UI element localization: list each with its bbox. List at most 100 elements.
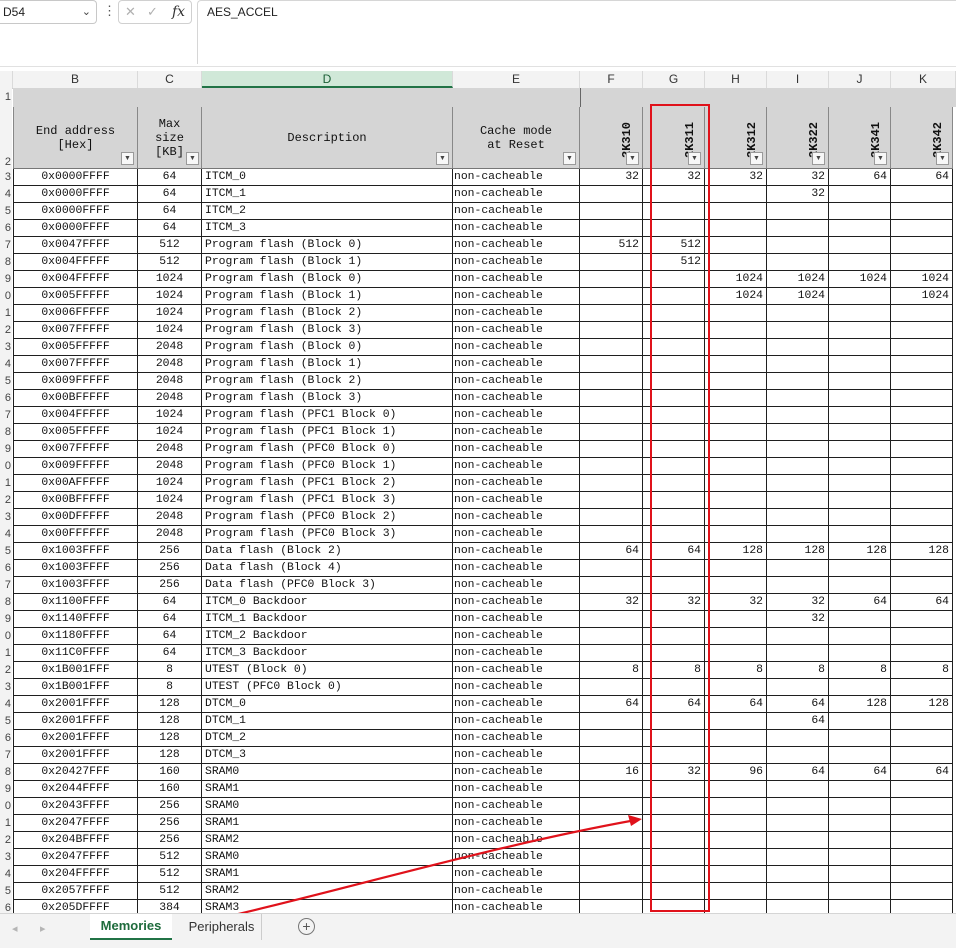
cell-description[interactable]: Program flash (Block 1) (202, 254, 453, 271)
cell-end-address[interactable]: 0x205DFFFF (13, 900, 138, 913)
cell-variant-value[interactable] (705, 730, 767, 747)
row-number[interactable]: 8 (0, 594, 12, 611)
cell-variant-value[interactable] (829, 305, 891, 322)
row-number[interactable]: 4 (0, 526, 12, 543)
cell-variant-value[interactable] (767, 339, 829, 356)
filter-dropdown-icon[interactable]: ▼ (750, 152, 763, 165)
cell-variant-value[interactable] (891, 645, 953, 662)
cell-max-size[interactable]: 2048 (138, 339, 202, 356)
cell-variant-value[interactable] (767, 356, 829, 373)
cell-max-size[interactable]: 1024 (138, 322, 202, 339)
filter-dropdown-icon[interactable]: ▼ (626, 152, 639, 165)
row-number[interactable]: 2 (0, 107, 12, 169)
cell-max-size[interactable]: 256 (138, 798, 202, 815)
cell-variant-value[interactable]: 8 (829, 662, 891, 679)
cell-cache-mode[interactable]: non-cacheable (453, 305, 580, 322)
cell-end-address[interactable]: 0x009FFFFF (13, 458, 138, 475)
cell-max-size[interactable]: 64 (138, 628, 202, 645)
col-header-j[interactable]: J (829, 71, 891, 88)
cell-variant-value[interactable] (580, 577, 643, 594)
cell-variant-value[interactable] (891, 883, 953, 900)
cell-variant-value[interactable] (829, 288, 891, 305)
cell-end-address[interactable]: 0x004FFFFF (13, 407, 138, 424)
row-number[interactable]: 1 (0, 475, 12, 492)
cell-variant-value[interactable]: 64 (767, 764, 829, 781)
cell-description[interactable]: SRAM1 (202, 815, 453, 832)
chevron-down-icon[interactable]: ⌄ (82, 1, 91, 23)
cell-variant-value[interactable] (580, 645, 643, 662)
cell-variant-value[interactable] (829, 849, 891, 866)
cell-max-size[interactable]: 64 (138, 203, 202, 220)
cell-cache-mode[interactable]: non-cacheable (453, 730, 580, 747)
cell-variant-value[interactable] (767, 424, 829, 441)
cell-variant-value[interactable] (705, 237, 767, 254)
cell-variant-value[interactable] (767, 849, 829, 866)
cell-variant-value[interactable]: 128 (829, 696, 891, 713)
cell-variant-value[interactable] (767, 237, 829, 254)
cell-variant-value[interactable] (767, 832, 829, 849)
cell-variant-value[interactable] (767, 560, 829, 577)
cell-max-size[interactable]: 512 (138, 866, 202, 883)
cell-variant-value[interactable] (829, 560, 891, 577)
row-number[interactable]: 2 (0, 492, 12, 509)
cell-variant-value[interactable]: 16 (580, 764, 643, 781)
cell-variant-value[interactable] (705, 781, 767, 798)
cell-cache-mode[interactable]: non-cacheable (453, 492, 580, 509)
cell-end-address[interactable]: 0x005FFFFF (13, 424, 138, 441)
row-number[interactable]: 1 (0, 815, 12, 832)
cell-max-size[interactable]: 2048 (138, 526, 202, 543)
cell-max-size[interactable]: 1024 (138, 492, 202, 509)
row-number[interactable]: 6 (0, 730, 12, 747)
cell-variant-value[interactable] (705, 883, 767, 900)
cell-cache-mode[interactable]: non-cacheable (453, 458, 580, 475)
cell-variant-value[interactable] (580, 305, 643, 322)
cell-end-address[interactable]: 0x1B001FFF (13, 662, 138, 679)
cell-variant-value[interactable] (767, 526, 829, 543)
cell-variant-value[interactable] (705, 509, 767, 526)
cell-variant-value[interactable] (705, 628, 767, 645)
cell-description[interactable]: Program flash (Block 3) (202, 322, 453, 339)
cell-variant-value[interactable] (705, 866, 767, 883)
cell-variant-value[interactable] (580, 407, 643, 424)
cell-cache-mode[interactable]: non-cacheable (453, 560, 580, 577)
cell-variant-value[interactable] (580, 339, 643, 356)
filter-dropdown-icon[interactable]: ▼ (812, 152, 825, 165)
row-number[interactable]: 9 (0, 271, 12, 288)
cell-variant-value[interactable]: 32 (580, 169, 643, 186)
cell-variant-value[interactable] (705, 424, 767, 441)
cell-description[interactable]: ITCM_2 (202, 203, 453, 220)
cell-description[interactable]: UTEST (PFC0 Block 0) (202, 679, 453, 696)
cell-variant-value[interactable] (829, 526, 891, 543)
cell-variant-value[interactable] (580, 866, 643, 883)
cell-variant-value[interactable] (829, 628, 891, 645)
cell-variant-value[interactable] (891, 577, 953, 594)
cell-cache-mode[interactable]: non-cacheable (453, 339, 580, 356)
cell-variant-value[interactable] (767, 407, 829, 424)
cell-cache-mode[interactable]: non-cacheable (453, 390, 580, 407)
row-number[interactable]: 7 (0, 747, 12, 764)
cell-max-size[interactable]: 1024 (138, 407, 202, 424)
cell-cache-mode[interactable]: non-cacheable (453, 322, 580, 339)
cell-variant-value[interactable] (829, 866, 891, 883)
cell-end-address[interactable]: 0x0047FFFF (13, 237, 138, 254)
cell-variant-value[interactable] (705, 458, 767, 475)
cell-variant-value[interactable] (580, 203, 643, 220)
cell-description[interactable]: Data flash (Block 4) (202, 560, 453, 577)
cell-cache-mode[interactable]: non-cacheable (453, 288, 580, 305)
cell-description[interactable]: SRAM3 (202, 900, 453, 913)
cell-variant-value[interactable] (767, 509, 829, 526)
more-options-icon[interactable]: ⋮ (103, 3, 116, 19)
row-number[interactable]: 4 (0, 186, 12, 203)
cell-max-size[interactable]: 64 (138, 186, 202, 203)
cell-variant-value[interactable] (580, 798, 643, 815)
cell-max-size[interactable]: 2048 (138, 390, 202, 407)
cell-variant-value[interactable] (891, 475, 953, 492)
cell-variant-value[interactable] (705, 492, 767, 509)
cell-variant-value[interactable]: 128 (891, 543, 953, 560)
cell-variant-value[interactable] (891, 492, 953, 509)
cell-variant-value[interactable] (829, 832, 891, 849)
cell-max-size[interactable]: 64 (138, 594, 202, 611)
cell-variant-value[interactable]: 64 (891, 764, 953, 781)
cell-variant-value[interactable] (767, 492, 829, 509)
cell-variant-value[interactable] (767, 373, 829, 390)
